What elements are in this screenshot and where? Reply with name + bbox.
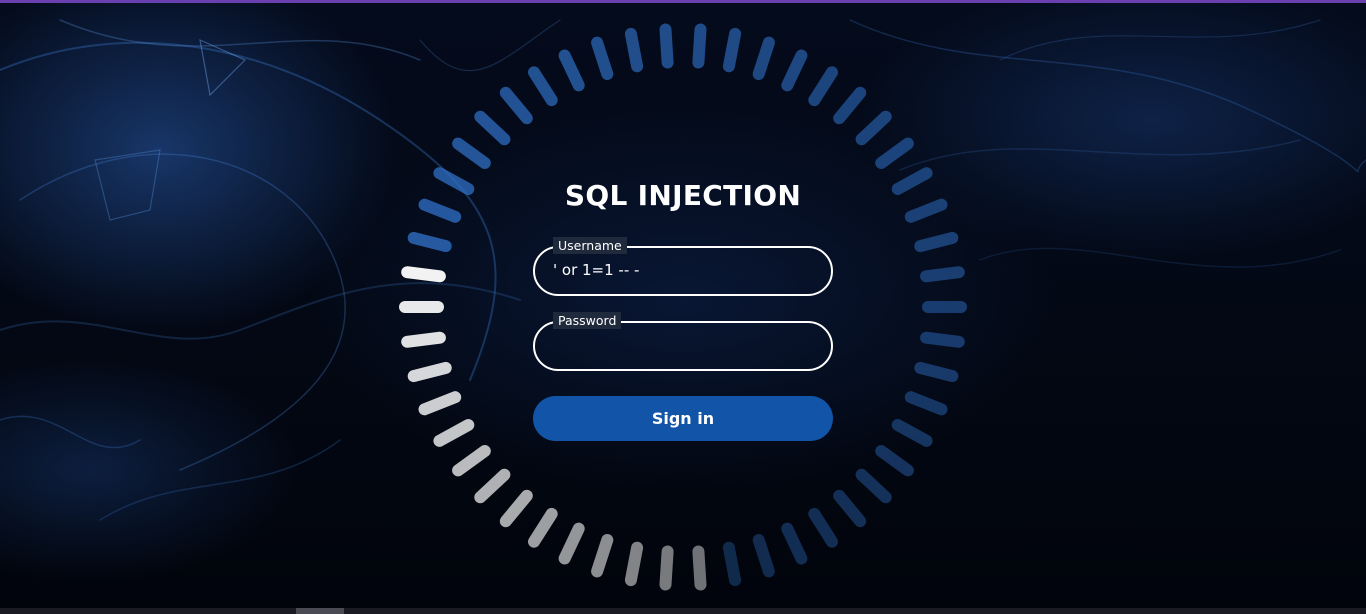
ring-segment xyxy=(418,198,462,223)
password-label: Password xyxy=(553,312,622,329)
ring-segment xyxy=(528,66,558,107)
ring-segment xyxy=(914,231,959,253)
ring-segment xyxy=(833,86,867,125)
ring-segment xyxy=(875,137,914,169)
ring-segment xyxy=(474,468,511,504)
password-field: Password xyxy=(533,312,833,371)
ring-segment xyxy=(920,266,965,283)
ring-segment xyxy=(781,49,808,92)
username-input[interactable] xyxy=(553,258,809,282)
ring-segment xyxy=(401,266,446,283)
ring-segment xyxy=(891,419,933,447)
ring-segment xyxy=(591,36,614,80)
login-page: SQL INJECTION Username Password Sign in xyxy=(0,0,1366,614)
ring-segment xyxy=(407,231,452,253)
ring-segment xyxy=(452,137,491,169)
top-accent-bar xyxy=(0,0,1366,3)
ring-segment xyxy=(752,534,775,578)
ring-segment xyxy=(875,445,914,477)
ring-segment xyxy=(692,23,707,69)
ring-segment xyxy=(808,507,838,548)
ring-segment xyxy=(855,468,892,504)
ring-segment xyxy=(401,331,446,348)
ring-segment xyxy=(558,522,585,565)
username-label: Username xyxy=(553,237,627,254)
horizontal-scrollbar[interactable] xyxy=(0,608,1366,614)
ring-segment xyxy=(722,27,742,73)
ring-segment xyxy=(891,167,933,195)
ring-segment xyxy=(904,391,948,416)
ring-segment xyxy=(591,534,614,578)
ring-segment xyxy=(558,49,585,92)
ring-segment xyxy=(624,541,644,587)
ring-segment xyxy=(914,361,959,383)
ring-segment xyxy=(659,545,674,591)
ring-segment xyxy=(808,66,838,107)
ring-segment xyxy=(692,545,707,591)
ring-segment xyxy=(433,419,475,447)
username-field: Username xyxy=(533,237,833,296)
ring-segment xyxy=(418,391,462,416)
ring-segment xyxy=(833,489,867,528)
ring-segment xyxy=(722,541,742,587)
ring-segment xyxy=(781,522,808,565)
ring-segment xyxy=(433,167,475,195)
page-title: SQL INJECTION xyxy=(564,179,802,212)
loading-ring xyxy=(399,23,967,591)
ring-segment xyxy=(904,198,948,223)
ring-segment xyxy=(474,110,511,146)
ring-segment xyxy=(752,36,775,80)
ring-segment xyxy=(920,331,965,348)
ring-segment xyxy=(499,489,533,528)
ring-segment xyxy=(499,86,533,125)
ring-segment xyxy=(855,110,892,146)
ring-segment xyxy=(659,23,674,69)
scrollbar-thumb[interactable] xyxy=(296,608,344,614)
ring-segment xyxy=(407,361,452,383)
ring-segment xyxy=(452,445,491,477)
sign-in-button[interactable]: Sign in xyxy=(533,396,833,441)
password-input[interactable] xyxy=(553,333,809,357)
ring-segment xyxy=(528,507,558,548)
ring-segment xyxy=(624,27,644,73)
